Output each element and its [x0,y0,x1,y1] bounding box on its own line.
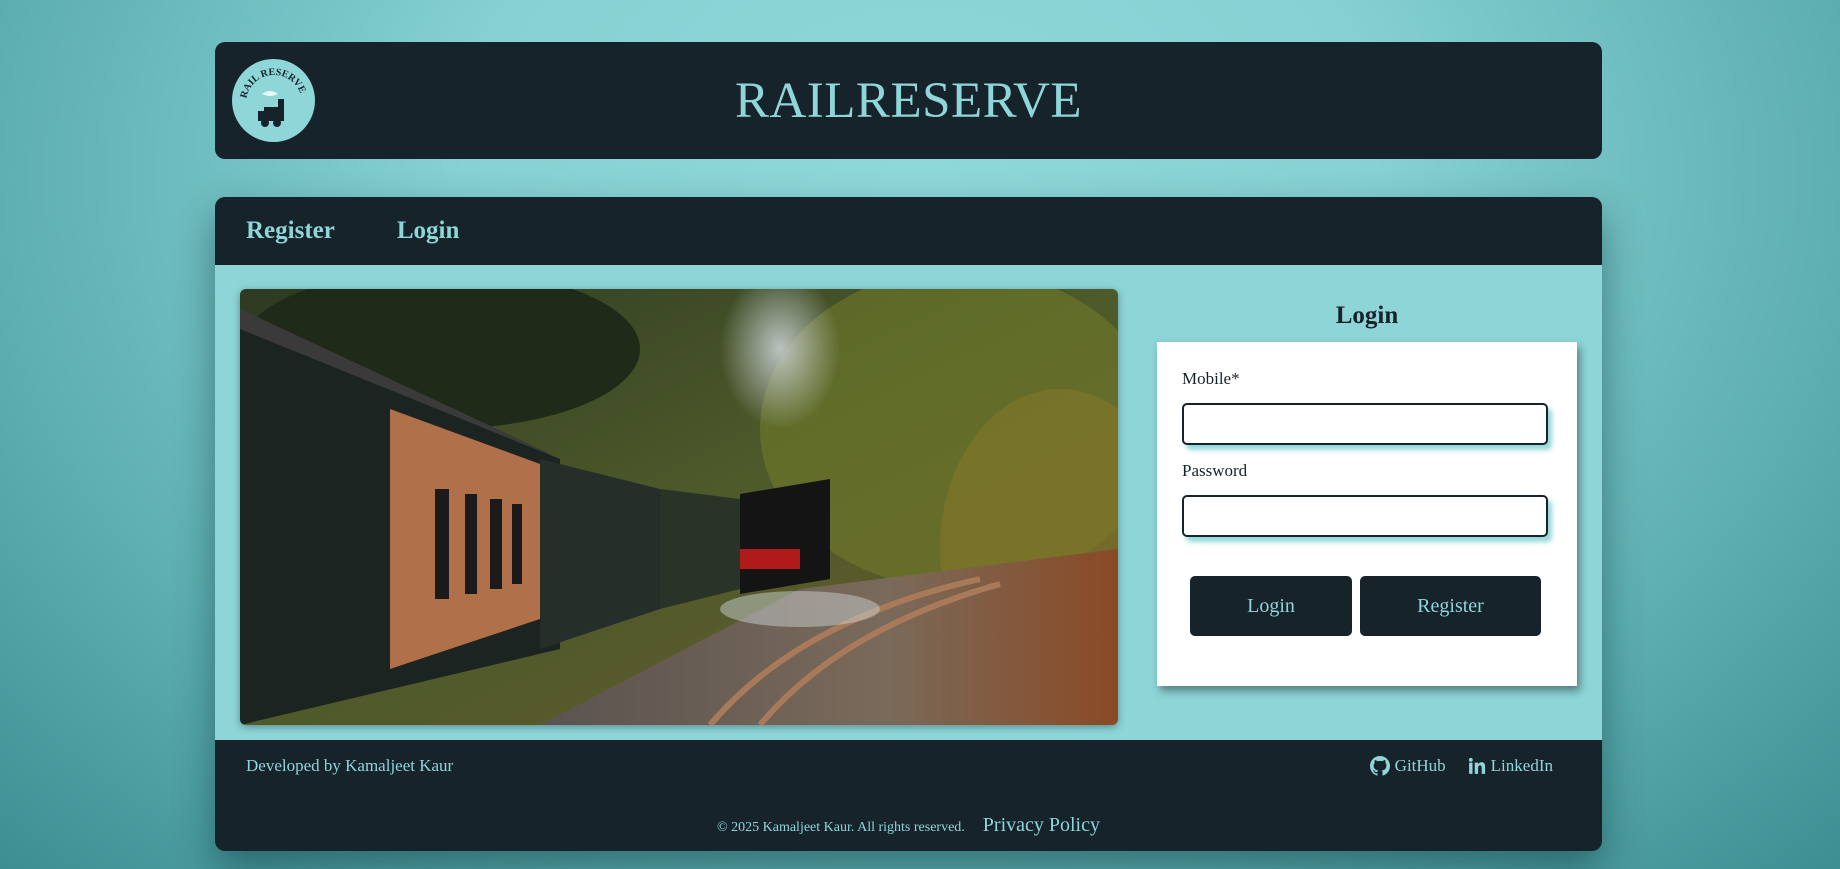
nav-register-link[interactable]: Register [246,217,335,245]
linkedin-link[interactable]: LinkedIn [1468,756,1553,776]
github-label: GitHub [1394,756,1446,775]
social-links: GitHub LinkedIn [1369,756,1553,776]
linkedin-label: LinkedIn [1490,756,1553,775]
github-icon [1369,756,1390,776]
mobile-label: Mobile* [1182,369,1240,388]
site-header: RAIL RESERVE RAILRESERVE [215,42,1602,159]
login-title: Login [1335,302,1399,329]
developer-credit: Developed by Kamaljeet Kaur [246,756,454,775]
nav-bar: Register Login [215,197,1602,265]
main-section: Login Mobile* Password Login Register [215,265,1602,740]
page-wrapper: RAIL RESERVE RAILRESERVE Register Login [215,42,1602,851]
footer: Developed by Kamaljeet Kaur GitHub Linke… [215,740,1602,851]
content-panel: Register Login Login Mobile* Password Lo… [215,197,1602,851]
copyright-text: © 2025 Kamaljeet Kaur. All rights reserv… [716,820,965,835]
github-link[interactable]: GitHub [1369,756,1446,776]
site-title: RAILRESERVE [734,72,1083,129]
linkedin-icon [1468,757,1485,774]
logo-train-icon: RAIL RESERVE [238,67,308,127]
login-button[interactable]: Login [1190,576,1352,636]
privacy-policy-link[interactable]: Privacy Policy [983,814,1100,836]
register-button[interactable]: Register [1360,576,1541,636]
nav-login-link[interactable]: Login [397,217,460,245]
password-input[interactable] [1182,495,1548,537]
train-photo [240,289,1118,725]
login-card: Mobile* Password Login Register [1157,342,1577,686]
password-label: Password [1182,461,1248,480]
footer-bottom: © 2025 Kamaljeet Kaur. All rights reserv… [215,814,1602,837]
mobile-input[interactable] [1182,403,1548,445]
logo: RAIL RESERVE [232,59,315,142]
